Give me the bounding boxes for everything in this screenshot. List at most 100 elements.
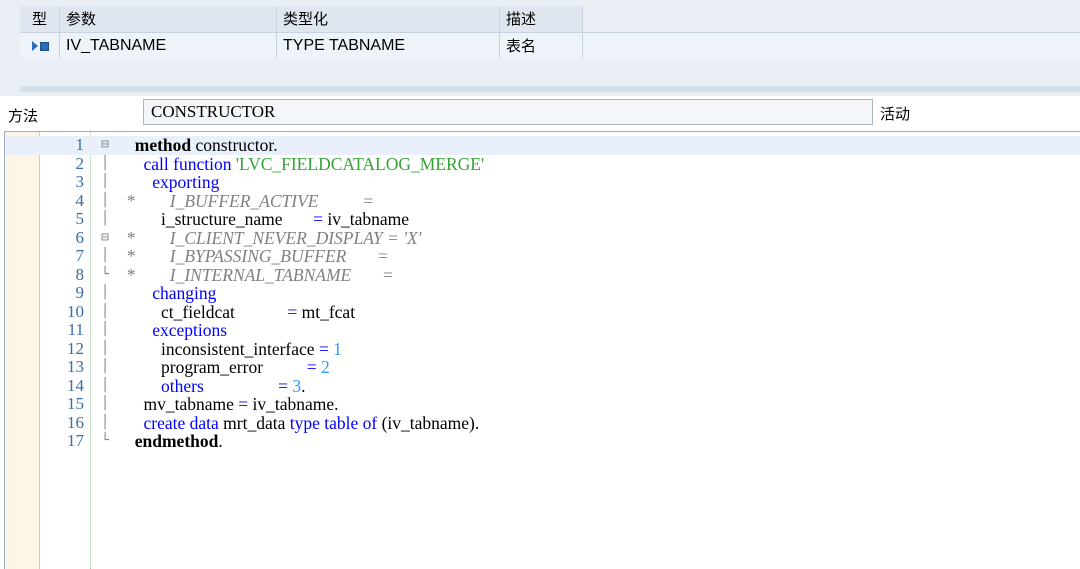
- fold-guide: │: [101, 211, 109, 226]
- code-line[interactable]: 17 └ endmethod.: [5, 431, 1080, 451]
- code-text: * I_BUFFER_ACTIVE =: [126, 191, 374, 211]
- method-name-field[interactable]: CONSTRUCTOR: [143, 99, 873, 125]
- code-line[interactable]: 1 ⊟ method constructor.: [5, 135, 1080, 155]
- code-token: =: [318, 338, 329, 359]
- param-type-cell[interactable]: [20, 33, 60, 59]
- column-header-description[interactable]: 描述: [500, 6, 583, 32]
- code-token: changing: [152, 283, 217, 303]
- code-text: i_structure_name = iv_tabname: [126, 210, 409, 229]
- code-token: 3: [292, 375, 302, 396]
- code-token: =: [278, 375, 289, 396]
- code-line[interactable]: 11 │ exceptions: [5, 320, 1080, 340]
- fold-guide: │: [101, 322, 109, 337]
- fold-guide: │: [101, 396, 109, 411]
- column-header-parameter[interactable]: 参数: [60, 6, 277, 32]
- code-token: others: [161, 375, 204, 396]
- table-row[interactable]: IV_TABNAME TYPE TABNAME 表名: [20, 32, 1080, 59]
- code-text: exceptions: [126, 321, 227, 340]
- code-token: * I_CLIENT_NEVER_DISPLAY = 'X': [126, 227, 422, 248]
- code-text: * I_INTERNAL_TABNAME =: [126, 264, 394, 285]
- fold-guide: │: [101, 285, 109, 300]
- param-name-cell[interactable]: IV_TABNAME: [60, 33, 277, 59]
- fold-guide: │: [101, 303, 109, 319]
- code-token: method: [134, 135, 192, 155]
- code-text: others = 3.: [126, 375, 306, 396]
- code-line[interactable]: 16 │ create data mrt_data type table of (…: [5, 412, 1080, 433]
- code-token: call function: [143, 153, 232, 174]
- code-text: ct_fieldcat = mt_fcat: [126, 301, 356, 322]
- code-line[interactable]: 14 │ others = 3.: [5, 375, 1080, 396]
- code-text: inconsistent_interface = 1: [126, 338, 342, 359]
- parameter-panel: 型 参数 类型化 描述 IV_TABNAME TYPE TABNAME 表名: [0, 0, 1080, 96]
- code-token: exporting: [152, 172, 220, 192]
- code-line[interactable]: 8 └ * I_INTERNAL_TABNAME =: [5, 264, 1080, 285]
- importing-parameter-icon: [31, 40, 49, 52]
- code-token: =: [287, 301, 298, 322]
- line-number: 4: [75, 190, 85, 210]
- code-line[interactable]: 13 │ program_error = 2: [5, 357, 1080, 377]
- code-token: .: [218, 431, 223, 451]
- code-token: exceptions: [152, 320, 228, 340]
- code-token: ct_fieldcat: [161, 301, 288, 322]
- code-token: program_error: [161, 357, 307, 377]
- code-token: inconsistent_interface: [161, 338, 319, 359]
- code-token: i_structure_name: [161, 209, 314, 229]
- fold-toggle-icon[interactable]: ⊟: [98, 229, 112, 248]
- code-token: iv_tabname: [322, 209, 409, 229]
- code-text: endmethod.: [126, 432, 223, 451]
- line-number: 9: [75, 283, 85, 302]
- code-token: constructor.: [191, 135, 278, 155]
- code-text: mv_tabname = iv_tabname.: [126, 395, 339, 414]
- code-text: * I_CLIENT_NEVER_DISPLAY = 'X': [126, 227, 422, 248]
- code-text: call function 'LVC_FIELDCATALOG_MERGE': [126, 153, 485, 174]
- code-line[interactable]: 7 │ * I_BYPASSING_BUFFER =: [5, 246, 1080, 266]
- fold-guide: │: [101, 155, 109, 171]
- code-line[interactable]: 3 │ exporting: [5, 172, 1080, 192]
- line-number: 15: [67, 394, 84, 413]
- line-number: 12: [67, 338, 84, 358]
- column-header-type[interactable]: 型: [20, 6, 60, 32]
- code-line[interactable]: 2 │ call function 'LVC_FIELDCATALOG_MERGE…: [5, 153, 1080, 174]
- code-token: mt_fcat: [297, 301, 356, 322]
- code-line[interactable]: 12 │ inconsistent_interface = 1: [5, 338, 1080, 359]
- code-token: type table of: [289, 412, 378, 433]
- fold-guide: │: [101, 340, 109, 356]
- horizontal-scrollbar[interactable]: [20, 86, 1080, 92]
- fold-guide: │: [101, 248, 109, 263]
- code-token: endmethod: [134, 431, 219, 451]
- line-number: 8: [75, 264, 85, 284]
- code-line[interactable]: 10 │ ct_fieldcat = mt_fcat: [5, 301, 1080, 322]
- code-token: * I_INTERNAL_TABNAME =: [126, 264, 394, 285]
- code-token: mv_tabname: [143, 394, 239, 414]
- code-editor[interactable]: 1 ⊟ method constructor. 2 │ call function '…: [4, 131, 1080, 569]
- code-line[interactable]: 9 │ changing: [5, 283, 1080, 303]
- fold-guide: └: [101, 266, 109, 282]
- code-line[interactable]: 6 ⊟ * I_CLIENT_NEVER_DISPLAY = 'X': [5, 227, 1080, 248]
- code-line[interactable]: 5 │ i_structure_name = iv_tabname: [5, 209, 1080, 229]
- code-text: exporting: [126, 173, 219, 192]
- code-line[interactable]: 15 │ mv_tabname = iv_tabname.: [5, 394, 1080, 414]
- parameter-table: 型 参数 类型化 描述 IV_TABNAME TYPE TABNAME 表名: [20, 6, 1080, 59]
- line-number: 7: [75, 246, 85, 265]
- fold-guide: └: [101, 433, 109, 448]
- code-text: changing: [126, 284, 216, 303]
- code-token: 'LVC_FIELDCATALOG_MERGE': [235, 153, 485, 174]
- code-token: =: [238, 394, 249, 414]
- fold-guide: │: [101, 377, 109, 393]
- column-header-typing[interactable]: 类型化: [277, 6, 500, 32]
- code-line[interactable]: 4 │ * I_BUFFER_ACTIVE =: [5, 190, 1080, 211]
- column-header-filler: [583, 6, 1080, 32]
- fold-guide: │: [101, 359, 109, 374]
- param-typing-cell[interactable]: TYPE TABNAME: [277, 33, 500, 59]
- code-text: program_error = 2: [126, 358, 330, 377]
- code-token: =: [306, 357, 317, 377]
- code-token: mrt_data: [218, 412, 290, 433]
- param-description-cell[interactable]: 表名: [500, 33, 583, 59]
- line-number: 1: [75, 135, 85, 154]
- line-number: 3: [75, 172, 85, 191]
- method-status: 活动: [880, 105, 911, 123]
- fold-toggle-icon[interactable]: ⊟: [98, 136, 112, 155]
- line-number: 2: [75, 153, 85, 173]
- line-number: 14: [67, 375, 84, 395]
- code-text: method constructor.: [126, 136, 278, 155]
